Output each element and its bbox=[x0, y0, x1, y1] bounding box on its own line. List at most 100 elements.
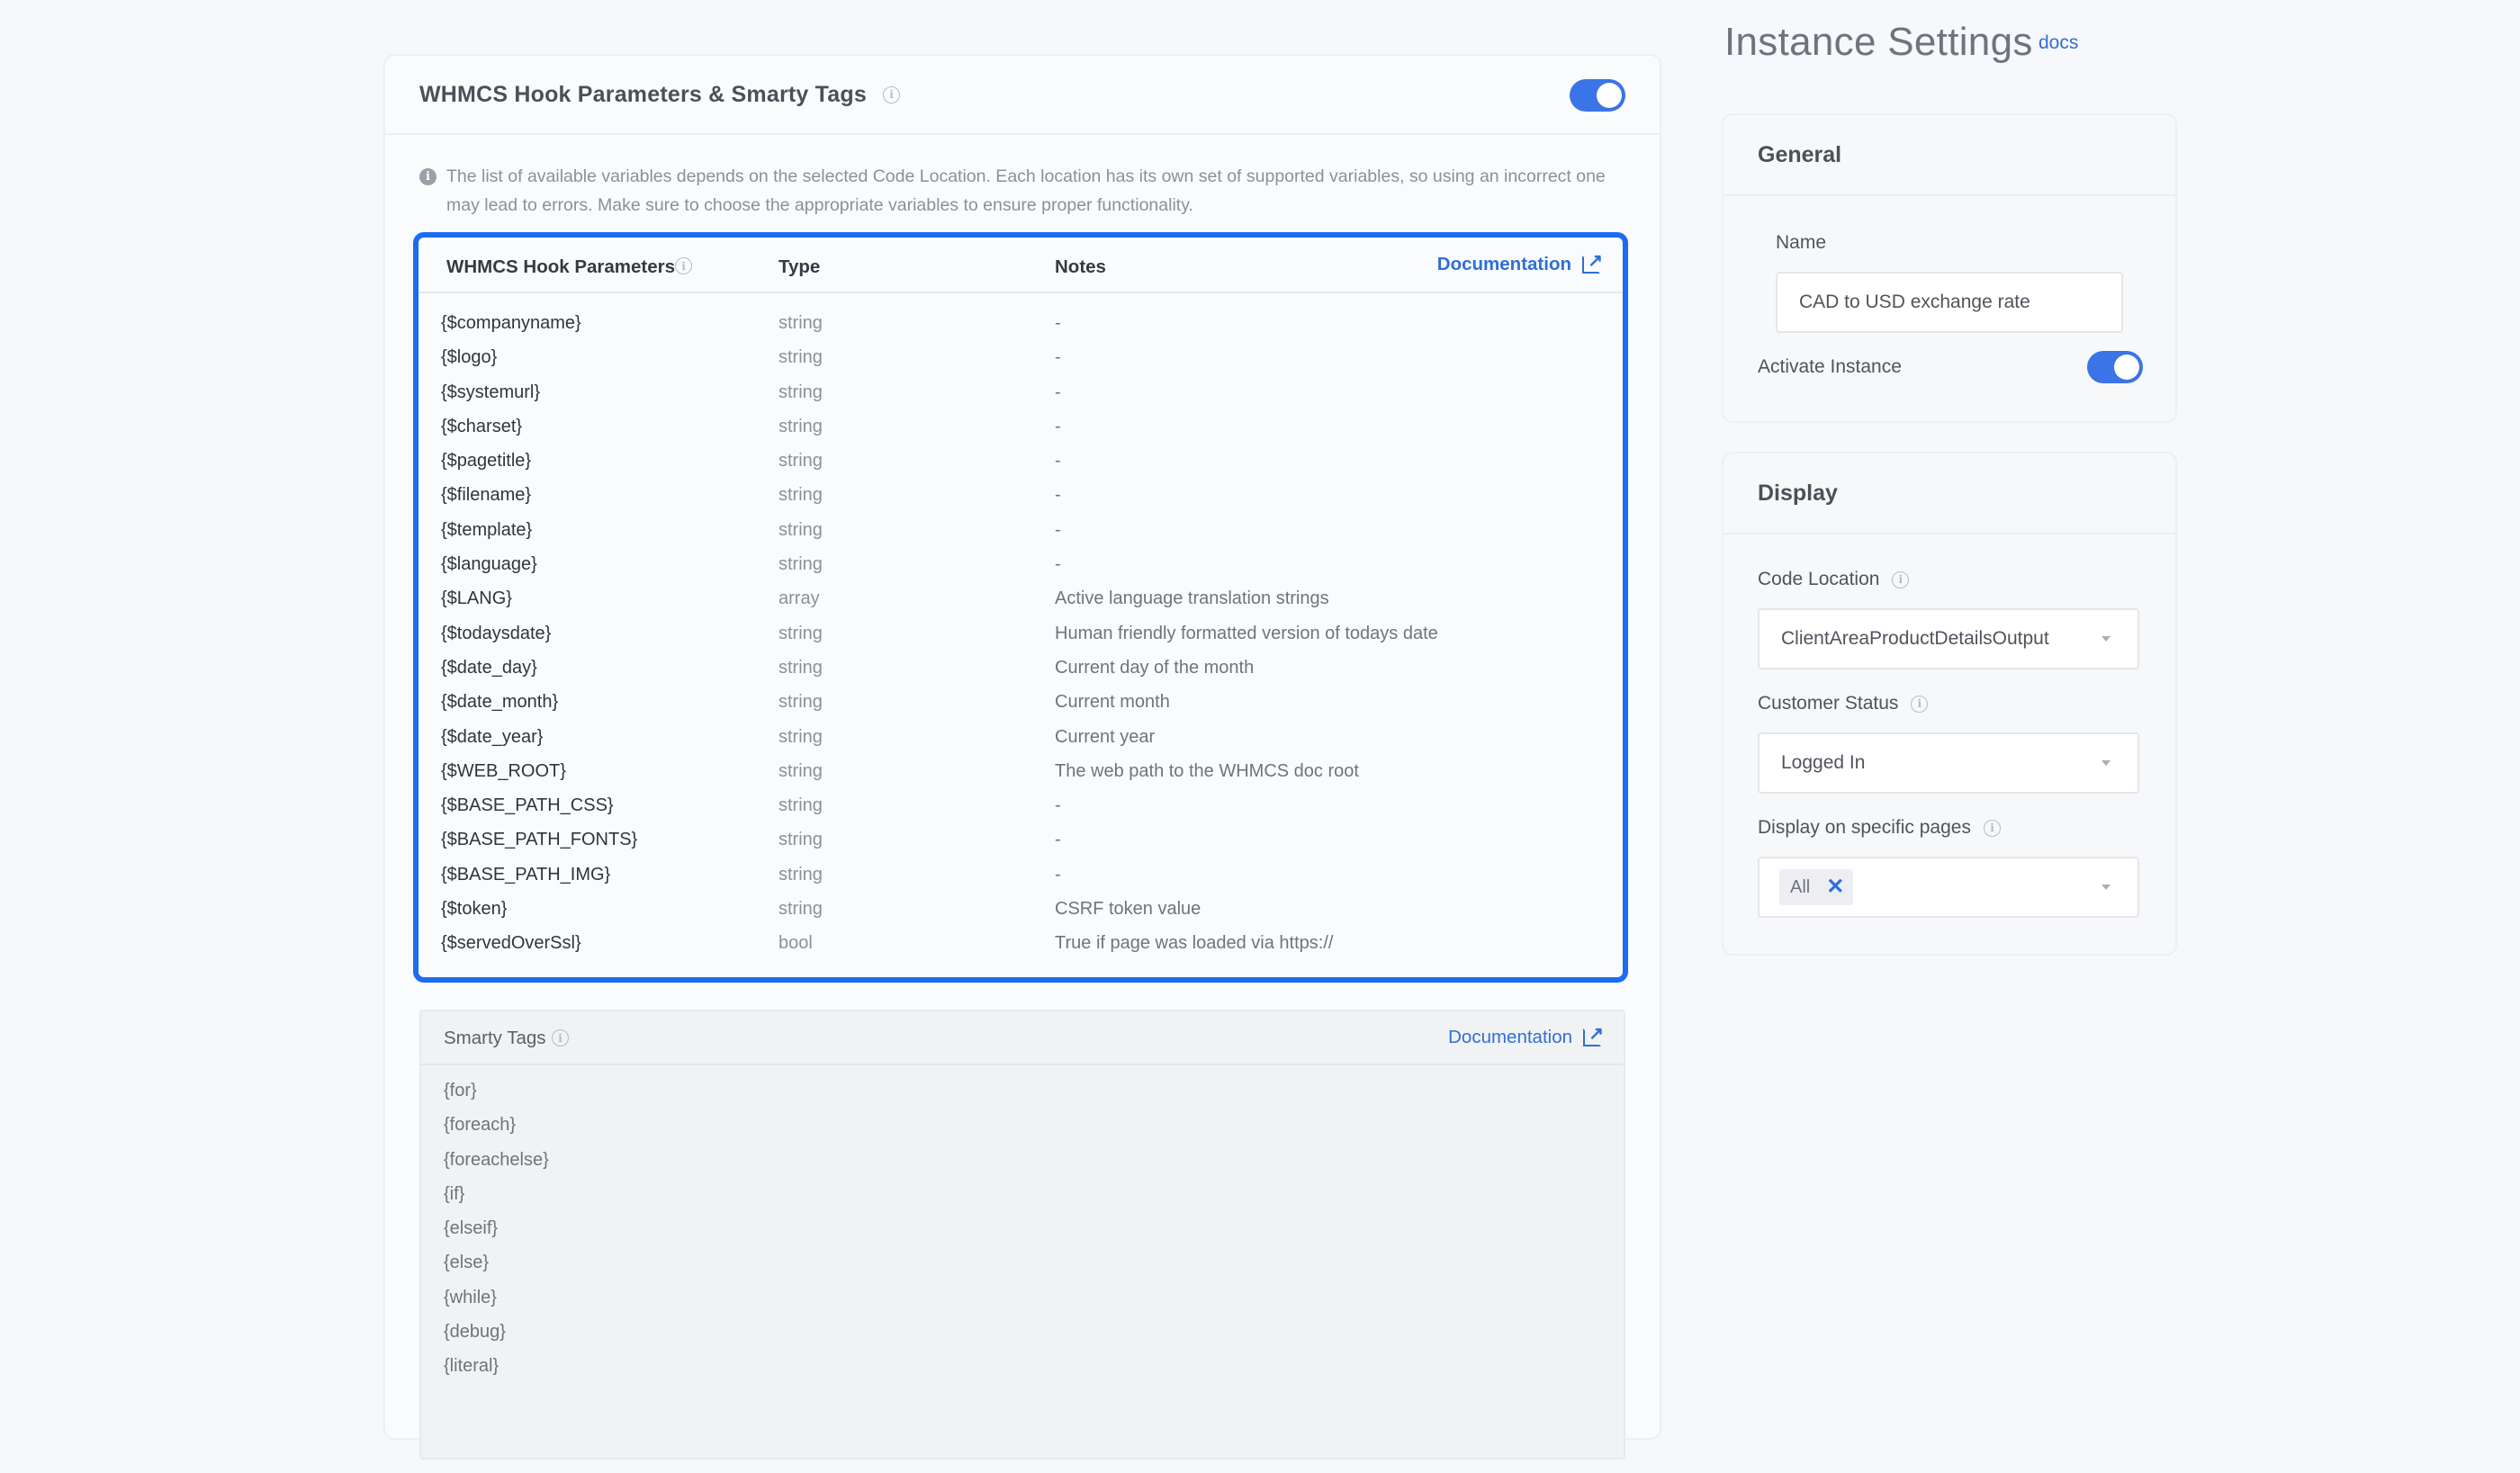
table-row: {$systemurl} string - bbox=[418, 377, 1623, 411]
docs-link[interactable]: docs bbox=[2038, 32, 2078, 54]
hook-params-panel: WHMCS Hook Parameters & Smarty Tags i i … bbox=[385, 56, 1660, 1460]
cell-notes: - bbox=[1055, 416, 1061, 436]
code-location-value: ClientAreaProductDetailsOutput bbox=[1781, 628, 2049, 649]
caret-down-icon bbox=[2102, 636, 2110, 642]
cell-param[interactable]: {$filename} bbox=[441, 485, 531, 506]
list-item[interactable]: {if} bbox=[421, 1177, 1624, 1211]
table-row: {$todaysdate} string Human friendly format… bbox=[418, 618, 1623, 652]
cell-notes: - bbox=[1055, 554, 1061, 575]
panel-enable-toggle[interactable] bbox=[1570, 79, 1625, 112]
cell-type: string bbox=[778, 657, 823, 678]
cell-type: string bbox=[778, 451, 823, 472]
cell-type: string bbox=[778, 830, 823, 850]
cell-notes: Current month bbox=[1055, 692, 1170, 713]
name-input-value: CAD to USD exchange rate bbox=[1799, 292, 2030, 312]
info-icon[interactable]: i bbox=[552, 1029, 569, 1046]
cell-notes: - bbox=[1055, 830, 1061, 850]
cell-notes: - bbox=[1055, 382, 1061, 402]
smarty-header: Smarty Tags i Documentation bbox=[421, 1011, 1624, 1065]
hook-params-table: WHMCS Hook Parameters i Type Notes Docum… bbox=[413, 232, 1628, 983]
table-row: {$BASE_PATH_FONTS} string - bbox=[418, 824, 1623, 858]
table-row: {$token} string CSRF token value bbox=[418, 894, 1623, 928]
code-location-select[interactable]: ClientAreaProductDetailsOutput bbox=[1758, 608, 2139, 669]
cell-notes: - bbox=[1055, 485, 1061, 506]
info-icon[interactable]: i bbox=[675, 257, 692, 274]
table-row: {$language} string - bbox=[418, 549, 1623, 583]
list-item[interactable]: {literal} bbox=[421, 1349, 1624, 1383]
code-location-label: Code Location i bbox=[1758, 569, 1910, 590]
info-icon[interactable]: i bbox=[1983, 819, 2001, 837]
name-input[interactable]: CAD to USD exchange rate bbox=[1776, 272, 2123, 333]
panel-header: WHMCS Hook Parameters & Smarty Tags i bbox=[385, 56, 1660, 135]
cell-param[interactable]: {$BASE_PATH_CSS} bbox=[441, 795, 614, 816]
caret-down-icon bbox=[2102, 760, 2110, 766]
list-item[interactable]: {for} bbox=[421, 1073, 1624, 1108]
hook-documentation-link[interactable]: Documentation bbox=[1437, 249, 1603, 275]
list-item[interactable]: {else} bbox=[421, 1245, 1624, 1280]
column-header-param: WHMCS Hook Parameters bbox=[446, 256, 676, 277]
info-icon[interactable]: i bbox=[882, 85, 900, 103]
close-icon[interactable]: ✕ bbox=[1826, 876, 1844, 898]
cell-param[interactable]: {$systemurl} bbox=[441, 382, 540, 403]
info-icon[interactable]: i bbox=[1911, 695, 1929, 713]
cell-param[interactable]: {$date_day} bbox=[441, 658, 537, 678]
cell-param[interactable]: {$BASE_PATH_IMG} bbox=[441, 865, 610, 885]
cell-param[interactable]: {$logo} bbox=[441, 347, 497, 368]
activate-instance-toggle[interactable] bbox=[2087, 351, 2143, 383]
table-row: {$LANG} array Active language translation … bbox=[418, 583, 1623, 617]
cell-param[interactable]: {$template} bbox=[441, 520, 532, 541]
cell-notes: True if page was loaded via https:// bbox=[1055, 933, 1334, 954]
hook-params-rows: {$companyname} string - {$logo} string - {$sys… bbox=[418, 293, 1623, 963]
cell-type: string bbox=[778, 519, 823, 540]
cell-notes: Current year bbox=[1055, 726, 1156, 747]
cell-notes: - bbox=[1055, 864, 1061, 885]
info-icon[interactable]: i bbox=[1892, 570, 1910, 588]
cell-param[interactable]: {$WEB_ROOT} bbox=[441, 761, 566, 782]
table-row: {$logo} string - bbox=[418, 342, 1623, 376]
cell-type: string bbox=[778, 485, 823, 506]
cell-param[interactable]: {$BASE_PATH_FONTS} bbox=[441, 830, 637, 850]
code-location-label-text: Code Location bbox=[1758, 569, 1880, 589]
info-circle-icon: i bbox=[419, 168, 436, 185]
list-item[interactable]: {while} bbox=[421, 1280, 1624, 1315]
pages-select[interactable]: All ✕ bbox=[1758, 857, 2139, 918]
cell-param[interactable]: {$companyname} bbox=[441, 313, 581, 334]
list-item[interactable]: {foreachelse} bbox=[421, 1143, 1624, 1177]
cell-param[interactable]: {$servedOverSsl} bbox=[441, 933, 581, 954]
list-item[interactable]: {foreach} bbox=[421, 1108, 1624, 1142]
cell-param[interactable]: {$todaysdate} bbox=[441, 624, 551, 644]
cell-type: bool bbox=[778, 933, 813, 954]
cell-type: string bbox=[778, 864, 823, 885]
table-row: {$servedOverSsl} bool True if page was loa… bbox=[418, 928, 1623, 962]
list-item[interactable]: {elseif} bbox=[421, 1211, 1624, 1245]
customer-status-label-text: Customer Status bbox=[1758, 693, 1899, 714]
panel-title: WHMCS Hook Parameters & Smarty Tags bbox=[419, 81, 867, 107]
cell-param[interactable]: {$date_month} bbox=[441, 692, 558, 713]
cell-param[interactable]: {$date_year} bbox=[441, 727, 543, 748]
list-item[interactable]: {debug} bbox=[421, 1315, 1624, 1349]
smarty-documentation-link[interactable]: Documentation bbox=[1448, 1022, 1604, 1048]
table-row: {$date_year} string Current year bbox=[418, 722, 1623, 756]
cell-param[interactable]: {$language} bbox=[441, 554, 537, 575]
cell-param[interactable]: {$LANG} bbox=[441, 588, 512, 609]
customer-status-select[interactable]: Logged In bbox=[1758, 732, 2139, 794]
table-row: {$WEB_ROOT} string The web path to the WHM… bbox=[418, 756, 1623, 790]
table-row: {$filename} string - bbox=[418, 480, 1623, 514]
hook-params-header: WHMCS Hook Parameters i Type Notes Docum… bbox=[418, 238, 1623, 293]
cell-param[interactable]: {$pagetitle} bbox=[441, 451, 531, 472]
cell-type: string bbox=[778, 795, 823, 816]
name-label-text: Name bbox=[1776, 232, 1827, 253]
pages-label-text: Display on specific pages bbox=[1758, 817, 1971, 838]
table-row: {$date_day} string Current day of the mont… bbox=[418, 652, 1623, 687]
cell-notes: - bbox=[1055, 795, 1061, 816]
page-chip: All ✕ bbox=[1779, 869, 1854, 905]
cell-type: string bbox=[778, 382, 823, 402]
cell-param[interactable]: {$charset} bbox=[441, 417, 522, 437]
cell-type: array bbox=[778, 588, 820, 609]
cell-notes: - bbox=[1055, 519, 1061, 540]
customer-status-value: Logged In bbox=[1781, 752, 1866, 773]
cell-param[interactable]: {$token} bbox=[441, 899, 507, 920]
activate-label-text: Activate Instance bbox=[1758, 356, 1902, 377]
smarty-title: Smarty Tags bbox=[444, 1028, 546, 1048]
page-chip-label: All bbox=[1790, 876, 1811, 897]
